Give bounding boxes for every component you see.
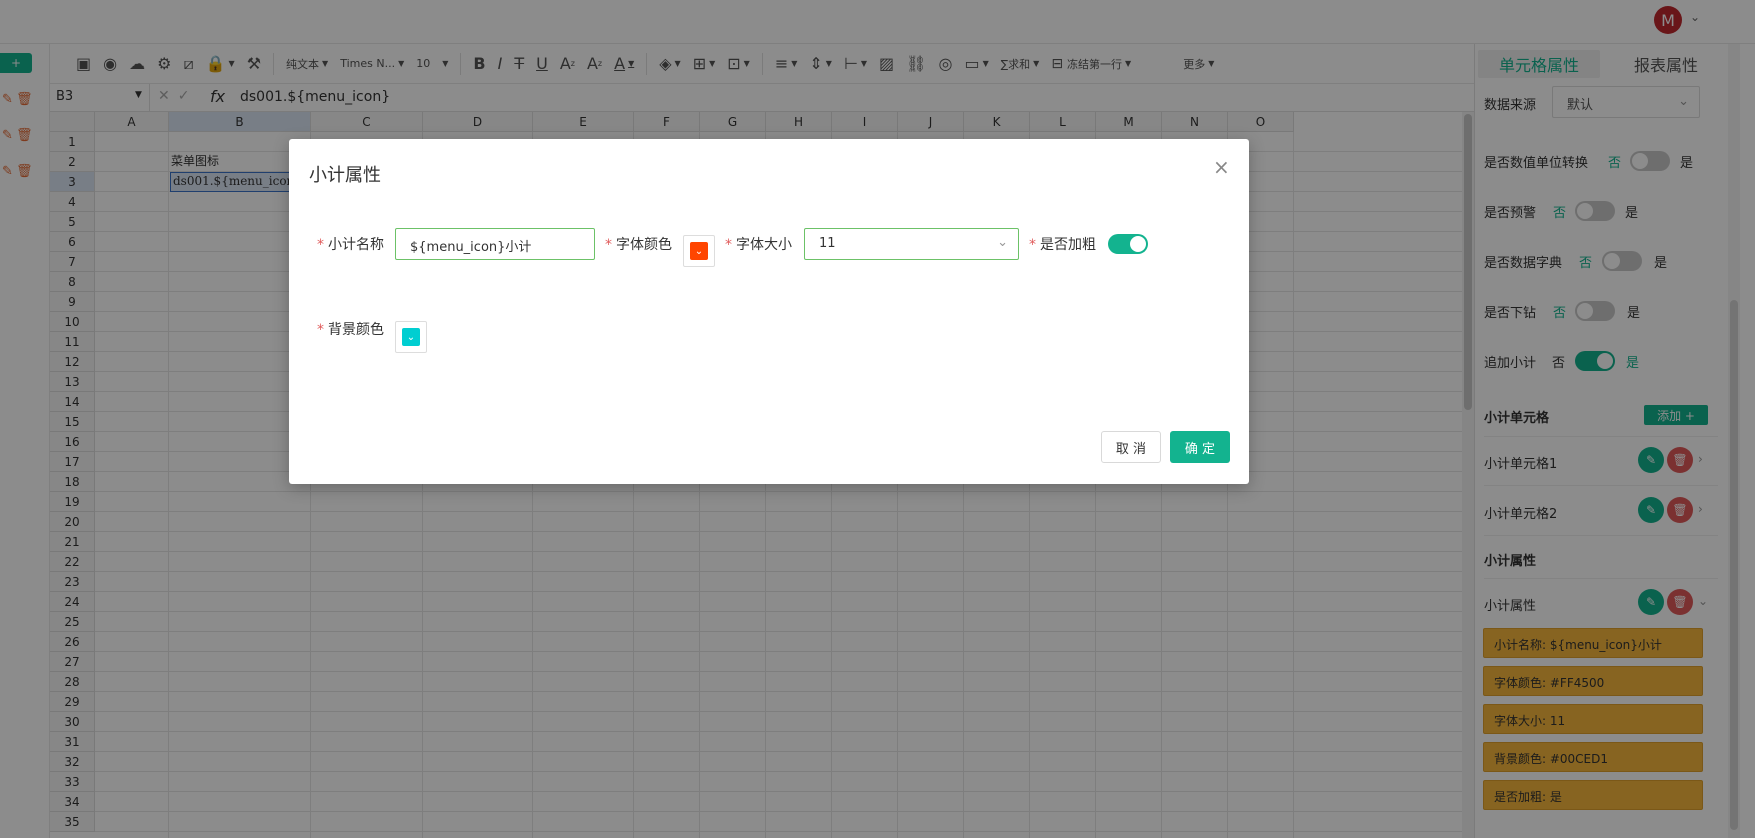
chevron-down-icon: ⌄ [997,235,1008,250]
subtotal-name-label: * 小计名称 [317,237,384,253]
dialog-title: 小计属性 [309,165,381,186]
font-color-label: * 字体颜色 [605,237,672,253]
confirm-button[interactable]: 确 定 [1170,431,1230,463]
subtotal-properties-dialog: 小计属性 × * 小计名称 ${menu_icon}小计 * 字体颜色 ⌄ * 字体大… [289,139,1249,484]
chevron-down-icon: ⌄ [690,242,708,260]
font-color-picker[interactable]: ⌄ [683,235,715,267]
bold-label: * 是否加粗 [1029,237,1096,253]
bold-toggle[interactable] [1108,234,1148,254]
bg-color-picker[interactable]: ⌄ [395,321,427,353]
font-size-value: 11 [819,236,836,251]
chevron-down-icon: ⌄ [402,328,420,346]
font-size-label: * 字体大小 [725,237,792,253]
subtotal-name-input[interactable]: ${menu_icon}小计 [395,228,595,260]
font-size-select[interactable]: 11 ⌄ [804,228,1019,260]
close-icon[interactable]: × [1213,155,1230,179]
bg-color-label: * 背景颜色 [317,322,384,338]
cancel-button[interactable]: 取 消 [1101,431,1161,463]
